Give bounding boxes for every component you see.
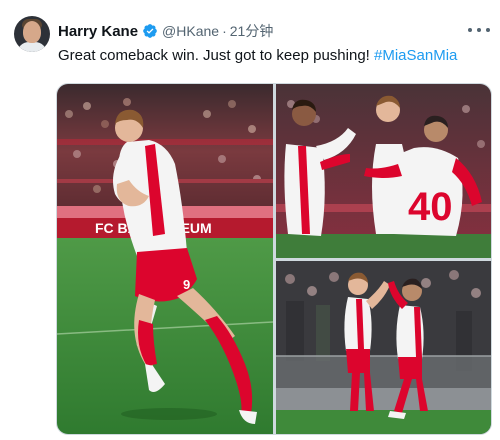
tweet-header: Harry Kane @HKane · 21分钟 [58,21,273,41]
author-handle[interactable]: @HKane [162,23,219,39]
shirt-number-40: 40 [408,185,453,229]
verified-badge-icon [143,24,157,38]
tweet-text-body: Great comeback win. Just got to keep pus… [58,47,375,64]
separator-dot: · [222,23,227,39]
media-grid: FC BAY MUSEUM 9 [56,83,492,435]
photo-high-five[interactable] [276,261,491,434]
hashtag-link[interactable]: #MiaSanMia [374,47,457,64]
photo-player-celebration[interactable]: FC BAY MUSEUM 9 [57,84,273,434]
tweet: Harry Kane @HKane · 21分钟 Great comeback … [0,0,500,440]
author-name[interactable]: Harry Kane [58,23,138,40]
shirt-number: 9 [183,277,190,292]
more-options-icon[interactable] [468,22,490,38]
avatar[interactable] [14,16,50,52]
timestamp[interactable]: 21分钟 [230,21,274,41]
tweet-text: Great comeback win. Just got to keep pus… [58,47,457,64]
photo-team-celebration[interactable]: 40 [276,84,491,258]
